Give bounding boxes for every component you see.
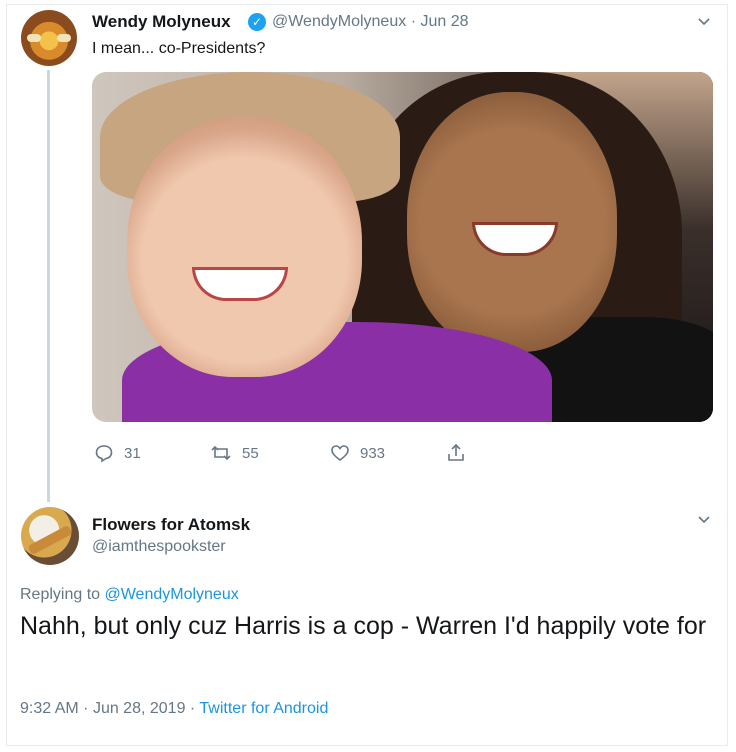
author-handle[interactable]: @WendyMolyneux · Jun 28	[272, 13, 469, 31]
reply-author-handle[interactable]: @iamthespookster	[92, 538, 226, 556]
verified-badge-icon: ✓	[248, 13, 266, 31]
thread-line	[47, 70, 50, 502]
reply-author-name[interactable]: Flowers for Atomsk	[92, 515, 250, 535]
reply-tweet-text: Nahh, but only cuz Harris is a cop - War…	[20, 612, 707, 640]
share-icon	[446, 443, 466, 463]
share-button[interactable]	[446, 443, 466, 463]
avatar-stripe	[27, 524, 73, 556]
retweet-icon	[210, 443, 232, 463]
retweet-button[interactable]: 55	[210, 443, 259, 463]
tweet-photo[interactable]	[92, 72, 713, 422]
separator: ·	[189, 700, 200, 717]
tweet-meta: 9:32 AM · Jun 28, 2019 · Twitter for And…	[20, 700, 328, 718]
avatar[interactable]	[21, 10, 77, 66]
tweet-text: I mean... co-Presidents?	[92, 40, 266, 57]
avatar-hand-right	[57, 34, 71, 42]
photo-face-left	[127, 117, 362, 377]
replying-label: Replying to	[20, 586, 101, 603]
tweet-full-date[interactable]: Jun 28, 2019	[93, 700, 186, 717]
author-name[interactable]: Wendy Molyneux	[92, 12, 231, 32]
handle-text[interactable]: @WendyMolyneux	[272, 13, 406, 30]
reply-icon	[94, 443, 114, 463]
reply-count: 31	[124, 444, 141, 462]
retweet-count: 55	[242, 444, 259, 462]
like-count: 933	[360, 444, 386, 462]
replying-to: Replying to @WendyMolyneux	[20, 586, 239, 604]
avatar-hand-left	[27, 34, 41, 42]
separator: ·	[410, 13, 421, 30]
heart-icon	[330, 443, 350, 463]
like-button[interactable]: 933	[330, 443, 385, 463]
chevron-down-icon[interactable]	[697, 512, 713, 528]
chevron-down-icon[interactable]	[697, 14, 713, 30]
mention-link[interactable]: @WendyMolyneux	[105, 586, 239, 603]
separator: ·	[83, 700, 93, 717]
tweet-date[interactable]: Jun 28	[420, 13, 468, 30]
reply-avatar[interactable]	[21, 507, 79, 565]
tweet-source-link[interactable]: Twitter for Android	[199, 700, 328, 717]
reply-button[interactable]: 31	[94, 443, 141, 463]
tweet-time[interactable]: 9:32 AM	[20, 700, 79, 717]
